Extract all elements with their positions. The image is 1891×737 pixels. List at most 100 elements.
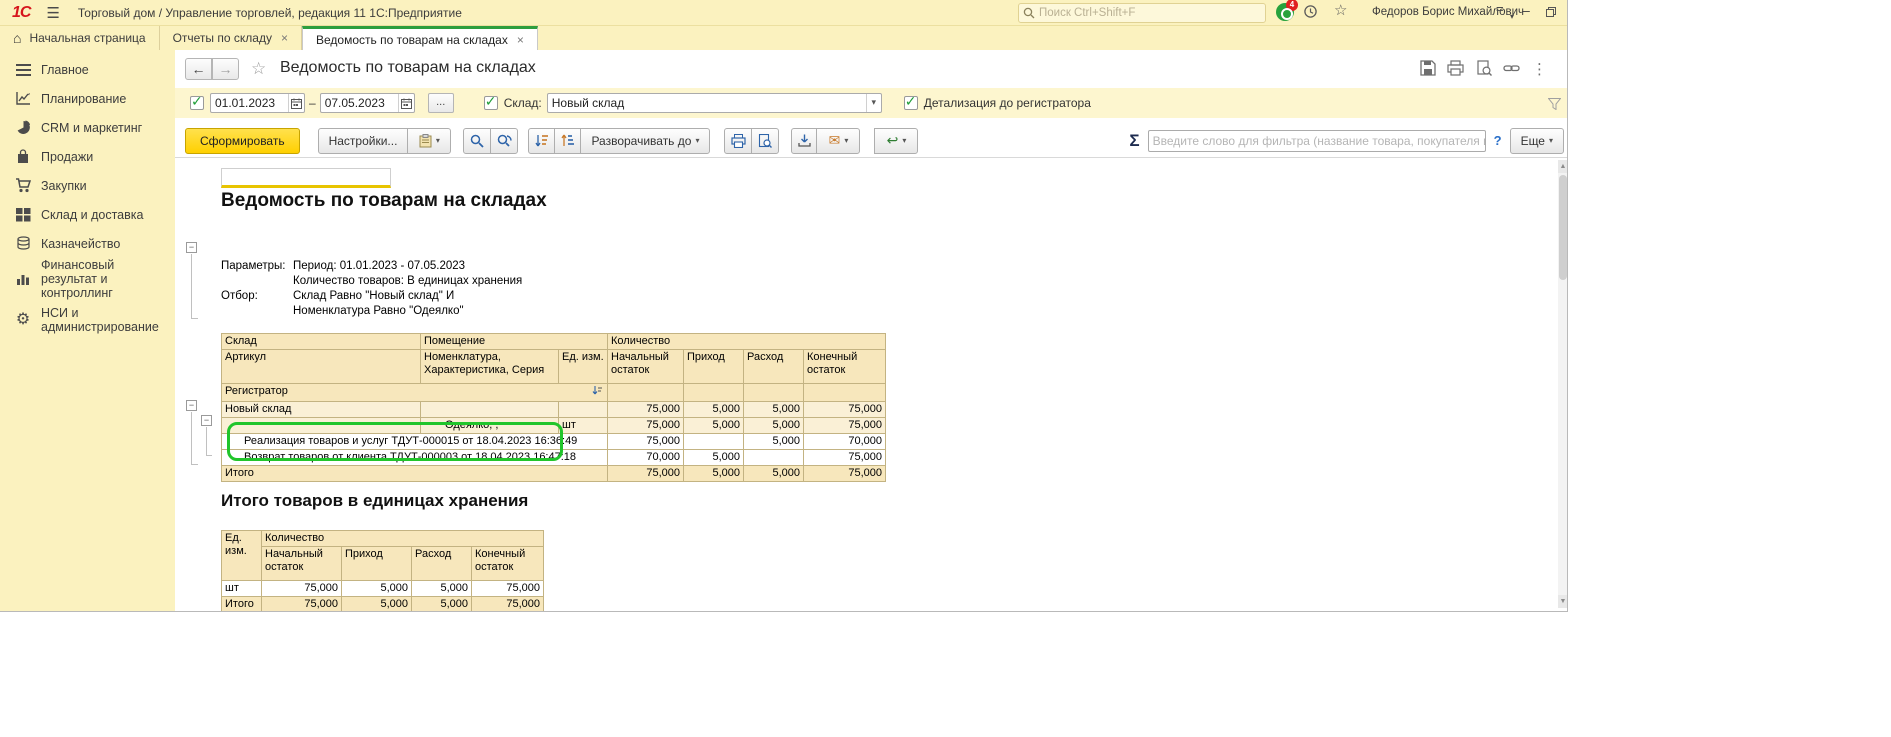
sort-icon[interactable] xyxy=(592,385,602,400)
forward-button[interactable]: → xyxy=(212,58,239,80)
print-preview-icon[interactable] xyxy=(1475,60,1492,77)
col-header: Помещение xyxy=(421,334,608,350)
group-collapse-toggle[interactable]: − xyxy=(201,415,212,426)
sidebar-item-main[interactable]: Главное xyxy=(0,55,175,84)
totals-title: Итого товаров в единицах хранения xyxy=(221,491,528,511)
report-variants-button[interactable]: ▾ xyxy=(407,128,451,154)
find-next-button[interactable] xyxy=(490,128,518,154)
page-title: Ведомость по товарам на складах xyxy=(280,59,536,77)
clipboard-icon xyxy=(419,134,432,148)
registrar-header: Регистратор xyxy=(222,384,608,402)
detail-checkbox[interactable]: ✓ xyxy=(904,96,918,110)
history-dropdown-button[interactable]: ↩ ▾ xyxy=(874,128,918,154)
sum-sigma-icon[interactable]: Σ xyxy=(1129,131,1139,151)
col-header: Склад xyxy=(222,334,421,350)
chevron-down-icon[interactable]: ▾ xyxy=(866,94,881,112)
col-header: Начальный остаток xyxy=(262,547,342,581)
filter-funnel-icon[interactable] xyxy=(1548,97,1561,115)
sidebar-item-purchases[interactable]: Закупки xyxy=(0,171,175,200)
sidebar-item-sales[interactable]: Продажи xyxy=(0,142,175,171)
expand-groups-button[interactable] xyxy=(554,128,581,154)
preview-button[interactable] xyxy=(751,128,779,154)
history-icon[interactable] xyxy=(1303,4,1318,23)
print-icon[interactable] xyxy=(1447,60,1464,77)
detail-checkbox-label: Детализация до регистратора xyxy=(924,96,1091,110)
group-collapse-toggle[interactable]: − xyxy=(186,242,197,253)
table-row: Новый склад 75,000 5,000 5,000 75,000 xyxy=(222,402,886,418)
more-actions-icon[interactable]: ⋮ xyxy=(1531,60,1548,77)
print-button[interactable] xyxy=(724,128,752,154)
home-icon: ⌂ xyxy=(13,30,21,46)
main-report-table: Склад Помещение Количество Артикул Номен… xyxy=(221,333,886,482)
expand-icon xyxy=(561,134,574,147)
settings-button[interactable]: Настройки... xyxy=(318,128,409,154)
close-icon[interactable]: × xyxy=(517,33,524,47)
vertical-scrollbar[interactable]: ▲ ▼ xyxy=(1558,160,1568,608)
col-header: Конечный остаток xyxy=(472,547,544,581)
top-bar: 1С ☰ Торговый дом / Управление торговлей… xyxy=(0,0,1568,26)
tab-goods-statement[interactable]: Ведомость по товарам на складах × xyxy=(302,26,538,50)
collapse-groups-button[interactable] xyxy=(528,128,555,154)
warehouse-checkbox[interactable]: ✓ xyxy=(484,96,498,110)
totals-table: Ед. изм. Количество Начальный остаток Пр… xyxy=(221,530,544,612)
restore-window-button[interactable] xyxy=(1546,7,1556,17)
warehouse-select[interactable]: ▾ xyxy=(547,93,882,113)
service-menu-icon[interactable]: = ▾ xyxy=(1496,3,1514,23)
quick-filter-field[interactable] xyxy=(1148,130,1486,152)
warehouse-label: Склад: xyxy=(504,96,542,110)
help-button[interactable]: ? xyxy=(1494,133,1502,148)
col-header: Расход xyxy=(744,350,804,384)
period-options-button[interactable]: ... xyxy=(428,93,454,113)
scroll-down-arrow[interactable]: ▼ xyxy=(1558,595,1568,608)
tab-home[interactable]: ⌂ Начальная страница xyxy=(0,26,160,50)
table-row: Одеялко, , шт 75,000 5,000 5,000 75,000 xyxy=(222,418,886,434)
sidebar-item-planning[interactable]: Планирование xyxy=(0,84,175,113)
sidebar-item-crm[interactable]: CRM и маркетинг xyxy=(0,113,175,142)
calendar-icon[interactable] xyxy=(398,94,414,112)
favorite-star-icon[interactable]: ☆ xyxy=(251,59,266,79)
col-header: Номенклатура, Характеристика, Серия xyxy=(421,350,559,384)
minimize-button[interactable]: – xyxy=(1522,2,1530,18)
link-icon[interactable] xyxy=(1503,60,1520,77)
main-area: ← → ☆ Ведомость по товарам на складах ⋮ … xyxy=(175,50,1568,612)
sidebar-item-finance[interactable]: Финансовый результат и контроллинг xyxy=(0,258,175,300)
generate-button[interactable]: Сформировать xyxy=(185,128,300,154)
global-search-input[interactable] xyxy=(1039,7,1249,19)
search-icon xyxy=(470,134,484,148)
tab-warehouse-reports[interactable]: Отчеты по складу × xyxy=(160,26,302,50)
group-collapse-toggle[interactable]: − xyxy=(186,400,197,411)
calendar-icon[interactable] xyxy=(288,94,304,112)
sidebar-item-treasury[interactable]: Казначейство xyxy=(0,229,175,258)
selection-line2: Номенклатура Равно "Одеялко" xyxy=(293,304,464,319)
main-menu-icon[interactable]: ☰ xyxy=(46,4,59,22)
tab-bar: ⌂ Начальная страница Отчеты по складу × … xyxy=(0,26,1568,50)
discussions-icon[interactable]: 4 xyxy=(1276,3,1294,21)
scrollbar-thumb[interactable] xyxy=(1559,175,1567,280)
grid-icon xyxy=(14,207,32,223)
favorites-star-icon[interactable]: ☆ xyxy=(1334,3,1347,19)
back-button[interactable]: ← xyxy=(185,58,212,80)
col-header: Конечный остаток xyxy=(804,350,886,384)
report-parameters: Параметры:Период: 01.01.2023 - 07.05.202… xyxy=(221,259,522,319)
period-checkbox[interactable]: ✓ xyxy=(190,96,204,110)
sidebar-item-admin[interactable]: ⚙ НСИ и администрирование xyxy=(0,300,175,340)
close-icon[interactable]: × xyxy=(281,31,288,45)
find-button[interactable] xyxy=(463,128,491,154)
global-search[interactable] xyxy=(1018,3,1266,23)
save-result-button[interactable] xyxy=(791,128,817,154)
planning-chart-icon xyxy=(14,91,32,107)
save-icon[interactable] xyxy=(1419,60,1436,77)
tab-home-label: Начальная страница xyxy=(29,31,145,45)
scroll-up-arrow[interactable]: ▲ xyxy=(1558,160,1568,173)
date-to-field[interactable] xyxy=(320,93,415,113)
tab-label: Отчеты по складу xyxy=(173,31,272,45)
sidebar-item-warehouse[interactable]: Склад и доставка xyxy=(0,200,175,229)
col-header: Артикул xyxy=(222,350,421,384)
selected-cell-cursor[interactable] xyxy=(221,168,391,188)
more-button[interactable]: Еще▾ xyxy=(1510,128,1564,154)
param-period: Период: 01.01.2023 - 07.05.2023 xyxy=(293,259,465,274)
notification-badge: 4 xyxy=(1286,0,1298,11)
expand-to-button[interactable]: Разворачивать до▾ xyxy=(580,128,710,154)
send-mail-button[interactable]: ✉ ▾ xyxy=(816,128,860,154)
date-from-field[interactable] xyxy=(210,93,305,113)
